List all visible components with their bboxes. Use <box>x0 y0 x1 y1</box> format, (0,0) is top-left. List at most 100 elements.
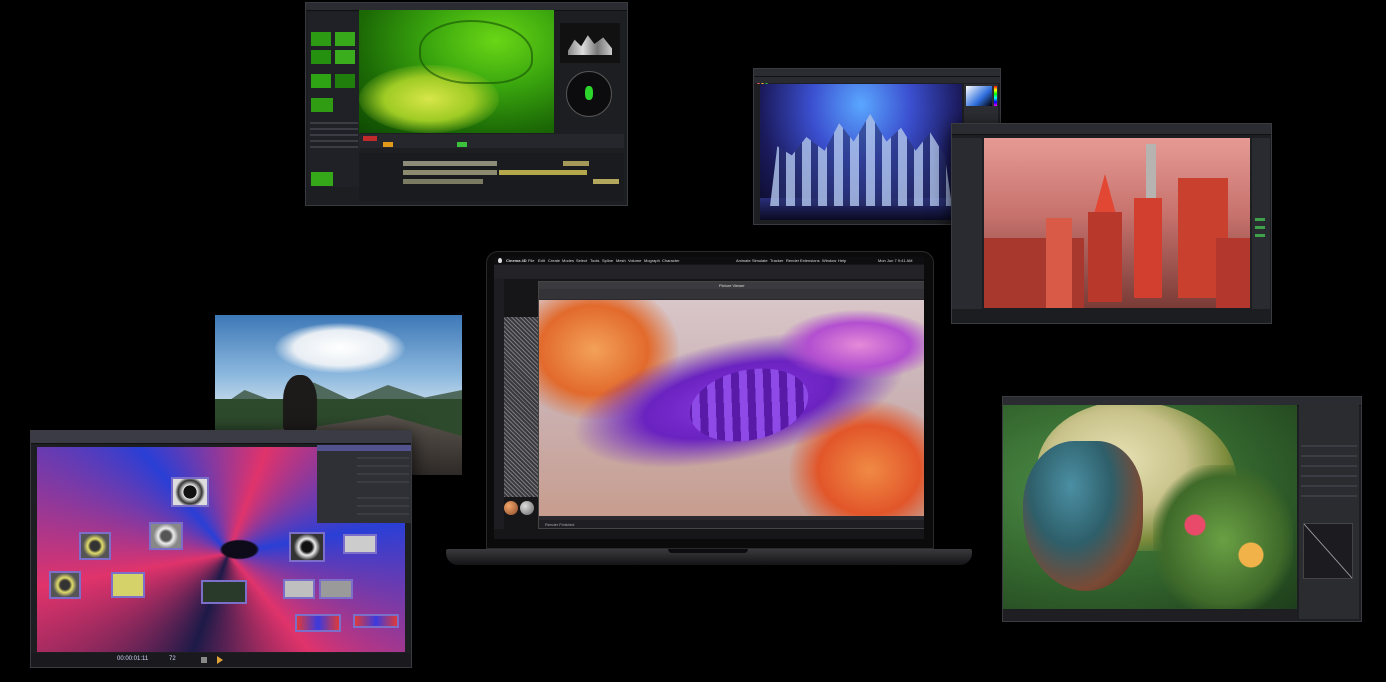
viewer-toolbar[interactable] <box>539 289 924 299</box>
layer-indicator[interactable] <box>1255 226 1265 229</box>
transport-bar[interactable]: 00:00:01:11 72 <box>31 653 411 667</box>
operator-node[interactable] <box>111 572 145 598</box>
window-portrait-editor[interactable] <box>1002 396 1362 622</box>
operator-node[interactable] <box>149 522 183 550</box>
green-screen-viewer[interactable] <box>359 10 554 133</box>
parameter-panel[interactable] <box>317 445 411 523</box>
slider[interactable] <box>1301 485 1357 487</box>
bin-row[interactable] <box>310 134 358 136</box>
timeline-clip[interactable] <box>563 161 589 166</box>
toolbar-strip[interactable] <box>754 77 1000 83</box>
menu-mesh[interactable]: Mesh <box>616 258 626 263</box>
timeline[interactable] <box>359 153 624 201</box>
menu-extensions[interactable]: Extensions <box>800 258 820 263</box>
timeline-clip[interactable] <box>403 179 483 184</box>
range-marker[interactable] <box>457 142 467 147</box>
window-node-editor[interactable]: 00:00:01:11 72 <box>30 430 412 668</box>
operator-node[interactable] <box>171 477 209 507</box>
clip-thumbnail[interactable] <box>311 32 331 46</box>
menu-create[interactable]: Create <box>548 258 560 263</box>
title-bar[interactable] <box>31 431 411 444</box>
clip-thumbnail[interactable] <box>311 172 333 186</box>
slider[interactable] <box>1301 475 1357 477</box>
param-row[interactable] <box>357 457 409 459</box>
bin-row[interactable] <box>310 140 358 142</box>
param-row[interactable] <box>357 513 409 515</box>
menu-modes[interactable]: Modes <box>562 258 574 263</box>
menu-mograph[interactable]: Mograph <box>644 258 660 263</box>
hue-strip[interactable] <box>994 86 997 106</box>
clip-thumbnail[interactable] <box>311 50 331 64</box>
menu-help[interactable]: Help <box>838 258 846 263</box>
apple-logo-icon[interactable] <box>498 258 502 263</box>
param-row[interactable] <box>357 497 409 499</box>
operator-node[interactable] <box>49 571 81 599</box>
menu-select[interactable]: Select <box>576 258 587 263</box>
timeline-clip[interactable] <box>403 161 497 166</box>
material-swatch[interactable] <box>504 501 518 515</box>
menu-render[interactable]: Render <box>786 258 799 263</box>
menu-tracker[interactable]: Tracker <box>770 258 783 263</box>
operator-node[interactable] <box>343 534 377 554</box>
menu-window[interactable]: Window <box>822 258 836 263</box>
menu-spline[interactable]: Spline <box>602 258 613 263</box>
adjustments-panel[interactable] <box>1299 405 1359 619</box>
menu-simulate[interactable]: Simulate <box>752 258 768 263</box>
slider[interactable] <box>1301 445 1357 447</box>
window-video-editor[interactable] <box>305 2 628 206</box>
frame-display[interactable]: 72 <box>169 656 176 662</box>
slider[interactable] <box>1301 455 1357 457</box>
timeline-clip[interactable] <box>403 170 497 175</box>
slider[interactable] <box>1301 495 1357 497</box>
operator-node[interactable] <box>79 532 111 560</box>
title-bar[interactable] <box>952 124 1271 135</box>
in-marker[interactable] <box>363 136 377 141</box>
operator-node[interactable] <box>201 580 247 604</box>
menu-app-name[interactable]: Cinema 4D <box>506 258 527 263</box>
menu-animate[interactable]: Animate <box>736 258 751 263</box>
window-3d-modeler[interactable] <box>951 123 1272 324</box>
laptop-screen[interactable]: Cinema 4D File Edit Create Modes Select … <box>494 257 924 539</box>
render-image[interactable] <box>539 300 924 516</box>
operator-node[interactable] <box>319 579 353 599</box>
clip-thumbnail[interactable] <box>311 98 333 112</box>
operator-node[interactable] <box>289 532 325 562</box>
attribute-panel[interactable] <box>1252 138 1270 318</box>
city-render-viewport[interactable] <box>984 138 1250 308</box>
wireframe-viewport[interactable] <box>504 317 538 497</box>
layer-indicator[interactable] <box>1255 218 1265 221</box>
layer-indicator[interactable] <box>1255 234 1265 237</box>
clip-thumbnail[interactable] <box>311 74 331 88</box>
timeline-bar[interactable] <box>952 309 1271 323</box>
param-row[interactable] <box>357 465 409 467</box>
tool-palette[interactable] <box>494 279 504 529</box>
param-row[interactable] <box>357 481 409 483</box>
color-picker[interactable] <box>966 86 992 106</box>
transport-bar[interactable] <box>359 134 624 148</box>
bin-row[interactable] <box>310 128 358 130</box>
operator-node[interactable] <box>353 614 399 628</box>
stop-icon[interactable] <box>201 657 207 663</box>
viewer-titlebar[interactable]: Picture Viewer <box>539 282 924 297</box>
app-toolbar[interactable] <box>494 265 924 279</box>
menu-character[interactable]: Character <box>662 258 680 263</box>
timeline-clip[interactable] <box>499 170 587 175</box>
operator-node[interactable] <box>283 579 315 599</box>
clip-thumbnail[interactable] <box>335 50 355 64</box>
range-marker[interactable] <box>383 142 393 147</box>
play-icon[interactable] <box>217 656 223 664</box>
clip-thumbnail[interactable] <box>335 74 355 88</box>
portrait-photo[interactable] <box>1003 405 1297 609</box>
material-swatch[interactable] <box>520 501 534 515</box>
bin-row[interactable] <box>310 146 358 148</box>
filmstrip-bar[interactable] <box>1003 611 1297 621</box>
menu-tools[interactable]: Tools <box>590 258 599 263</box>
param-row[interactable] <box>357 473 409 475</box>
timecode-display[interactable]: 00:00:01:11 <box>117 656 148 662</box>
menu-edit[interactable]: Edit <box>538 258 545 263</box>
title-bar[interactable] <box>754 69 1000 84</box>
curves-graph[interactable] <box>1303 523 1353 579</box>
timeline-clip[interactable] <box>593 179 619 184</box>
bin-row[interactable] <box>310 122 358 124</box>
left-palette[interactable] <box>952 138 982 318</box>
